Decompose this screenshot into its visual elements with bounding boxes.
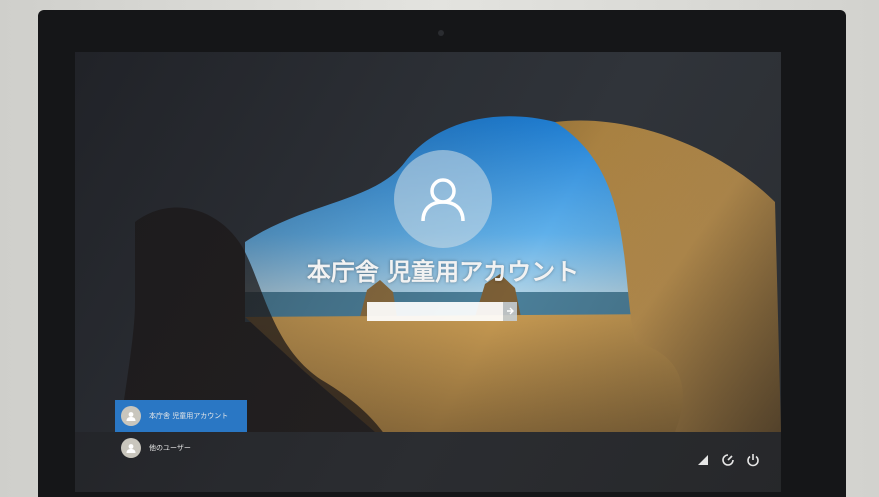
photo-background: 本庁舎 児童用アカウント 本庁舎 児童用アカウント 他のユーザー — [0, 0, 879, 497]
user-switch-item-other[interactable]: 他のユーザー — [115, 432, 247, 464]
system-tray — [695, 450, 761, 470]
network-icon[interactable] — [695, 452, 711, 468]
user-switch-label: 他のユーザー — [149, 444, 191, 452]
user-avatar — [394, 150, 492, 248]
user-switch-label: 本庁舎 児童用アカウント — [149, 412, 229, 420]
user-silhouette-icon — [421, 178, 465, 222]
camera-icon — [438, 30, 444, 36]
arrow-right-icon — [507, 307, 514, 315]
ease-of-access-icon[interactable] — [720, 452, 736, 468]
mini-avatar — [121, 406, 141, 426]
user-silhouette-icon — [126, 412, 136, 421]
power-icon[interactable] — [745, 452, 761, 468]
user-switch-item-current[interactable]: 本庁舎 児童用アカウント — [115, 400, 247, 432]
submit-arrow-button[interactable] — [503, 302, 517, 321]
user-name: 本庁舎 児童用アカウント — [306, 258, 580, 286]
user-silhouette-icon — [126, 444, 136, 453]
password-input[interactable] — [367, 302, 503, 321]
user-switch-list: 本庁舎 児童用アカウント 他のユーザー — [115, 400, 247, 464]
lock-screen: 本庁舎 児童用アカウント 本庁舎 児童用アカウント 他のユーザー — [75, 52, 781, 492]
mini-avatar — [121, 438, 141, 458]
